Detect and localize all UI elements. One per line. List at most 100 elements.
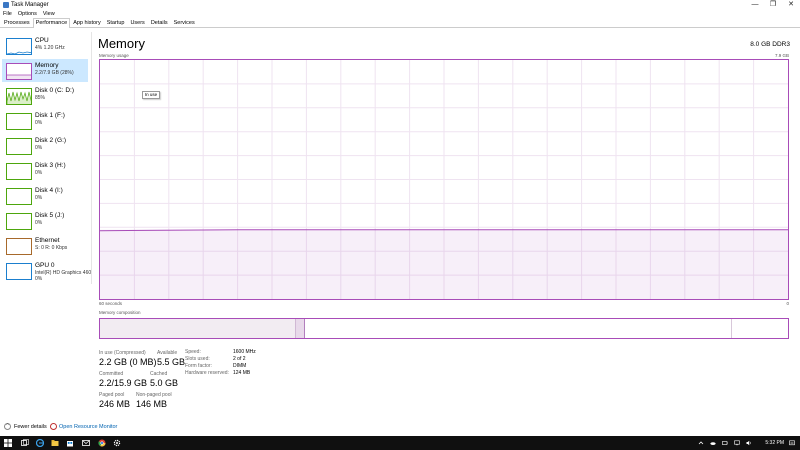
taskbar-clock[interactable]: 5:32 PM	[765, 440, 784, 446]
sidebar-item-gpu-0[interactable]: GPU 0 Intel(R) HD Graphics 460 0%	[2, 259, 92, 282]
window-controls: — ❐ ✕	[746, 0, 800, 10]
settings-gear-icon[interactable]	[113, 439, 121, 447]
sidebar-item-name: Memory	[35, 62, 59, 69]
committed-label: Committed	[99, 371, 124, 377]
graph-tooltip: In use	[142, 91, 160, 99]
tab-app-history[interactable]: App history	[70, 18, 104, 27]
edge-browser-icon[interactable]	[36, 439, 44, 447]
windows-start-icon[interactable]	[4, 439, 12, 447]
sidebar-item-disk-3[interactable]: Disk 3 (H:) 0%	[2, 159, 88, 182]
battery-icon[interactable]	[722, 440, 728, 446]
sidebar-item-name: Disk 0 (C: D:)	[35, 87, 74, 94]
sidebar-item-detail: 0%	[35, 195, 43, 201]
nonpaged-pool-value: 146 MB	[136, 399, 168, 409]
task-manager-icon	[3, 2, 9, 8]
sidebar-item-detail: 0%	[35, 120, 43, 126]
sidebar-item-disk-4[interactable]: Disk 4 (I:) 0%	[2, 184, 88, 207]
form-factor-value: DIMM	[233, 363, 247, 369]
ethernet-thumbnail	[6, 238, 32, 255]
tab-services[interactable]: Services	[171, 18, 198, 27]
gpu-0-thumbnail	[6, 263, 32, 280]
sidebar-item-detail: 0%	[35, 170, 43, 176]
composition-standby-divider	[731, 319, 732, 338]
form-factor-label: Form factor:	[185, 363, 212, 369]
tab-users[interactable]: Users	[127, 18, 147, 27]
sidebar-item-name: Disk 2 (G:)	[35, 137, 67, 144]
in-use-label: In use (Compressed)	[99, 350, 146, 356]
sidebar-item-cpu[interactable]: CPU 4% 1.20 GHz	[2, 34, 88, 57]
sidebar-item-disk-5[interactable]: Disk 5 (J:) 0%	[2, 209, 88, 232]
sidebar-item-detail: 85%	[35, 95, 46, 101]
hardware-reserved-label: Hardware reserved:	[185, 370, 229, 376]
disk-2-thumbnail	[6, 138, 32, 155]
menu-file[interactable]: File	[3, 10, 12, 18]
tab-processes[interactable]: Processes	[1, 18, 33, 27]
hardware-reserved-value: 124 MB	[233, 370, 251, 376]
sidebar-item-detail: S: 0 R: 0 Kbps	[35, 245, 68, 251]
sidebar-item-name: Disk 1 (F:)	[35, 112, 65, 119]
time-axis-start: 60 seconds	[99, 301, 123, 306]
sidebar-item-disk-0[interactable]: Disk 0 (C: D:) 85%	[2, 84, 88, 107]
sidebar-item-detail: 0%	[35, 145, 43, 151]
sidebar-item-name: GPU 0	[35, 262, 55, 269]
minimize-button[interactable]: —	[746, 0, 764, 10]
onedrive-icon[interactable]	[710, 440, 716, 446]
paged-pool-label: Paged pool	[99, 392, 125, 398]
network-icon[interactable]	[734, 440, 740, 446]
tab-performance[interactable]: Performance	[32, 18, 71, 28]
sidebar-item-detail-2: 0%	[35, 276, 43, 282]
disk-4-thumbnail	[6, 188, 32, 205]
window-title: Task Manager	[11, 2, 49, 8]
task-view-icon[interactable]	[21, 439, 29, 447]
file-explorer-icon[interactable]	[51, 439, 59, 447]
mail-icon[interactable]	[82, 439, 90, 447]
tab-strip: Processes Performance App history Startu…	[0, 18, 800, 28]
composition-in-use[interactable]	[100, 319, 295, 338]
cpu-thumbnail	[6, 38, 32, 55]
memory-capacity: 8.0 GB DDR3	[750, 41, 790, 48]
taskbar: 5:32 PM	[0, 436, 800, 450]
sidebar-item-ethernet[interactable]: Ethernet S: 0 R: 0 Kbps	[2, 234, 88, 257]
composition-modified[interactable]	[295, 319, 305, 338]
chrome-icon[interactable]	[98, 439, 106, 447]
title-bar: Task Manager — ❐ ✕	[0, 0, 800, 10]
menu-view[interactable]: View	[43, 10, 55, 18]
composition-label: Memory composition	[99, 310, 141, 315]
menu-options[interactable]: Options	[18, 10, 37, 18]
page-title: Memory	[98, 36, 145, 51]
sidebar-item-disk-1[interactable]: Disk 1 (F:) 0%	[2, 109, 88, 132]
slots-used-value: 2 of 2	[233, 356, 246, 362]
resource-monitor-icon[interactable]	[50, 423, 57, 430]
sidebar-item-memory[interactable]: Memory 2.2/7.9 GB (28%)	[2, 59, 88, 82]
volume-icon[interactable]	[746, 440, 752, 446]
memory-usage-graph	[99, 59, 789, 300]
close-button[interactable]: ✕	[782, 0, 800, 10]
memory-thumbnail	[6, 63, 32, 80]
restore-button[interactable]: ❐	[764, 0, 782, 10]
sidebar-item-detail: 4% 1.20 GHz	[35, 45, 65, 51]
disk-5-thumbnail	[6, 213, 32, 230]
committed-value: 2.2/15.9 GB	[99, 378, 148, 388]
available-value: 5.5 GB	[157, 357, 186, 367]
fewer-details-link[interactable]: Fewer details	[14, 424, 47, 430]
available-label: Available	[157, 350, 178, 356]
nonpaged-pool-label: Non-paged pool	[136, 392, 172, 398]
usage-graph-canvas	[99, 60, 788, 299]
store-icon[interactable]	[66, 439, 74, 447]
tab-startup[interactable]: Startup	[104, 18, 128, 27]
menu-bar: File Options View	[0, 10, 800, 18]
open-resource-monitor-link[interactable]: Open Resource Monitor	[59, 424, 117, 430]
show-hidden-icons-icon[interactable]	[698, 440, 704, 446]
disk-1-thumbnail	[6, 113, 32, 130]
footer-bar: ^ Fewer details Open Resource Monitor	[0, 420, 800, 434]
sidebar-item-disk-2[interactable]: Disk 2 (G:) 0%	[2, 134, 88, 157]
in-use-value: 2.2 GB (0 MB)	[99, 357, 157, 367]
notifications-icon[interactable]	[789, 440, 795, 446]
disk-0-thumbnail	[6, 88, 32, 105]
cached-label: Cached	[150, 371, 168, 377]
sidebar-item-name: Disk 4 (I:)	[35, 187, 63, 194]
sidebar-item-detail: Intel(R) HD Graphics 460	[35, 270, 92, 276]
speed-label: Speed:	[185, 349, 201, 355]
tab-details[interactable]: Details	[148, 18, 171, 27]
chevron-up-icon[interactable]: ^	[4, 423, 11, 430]
